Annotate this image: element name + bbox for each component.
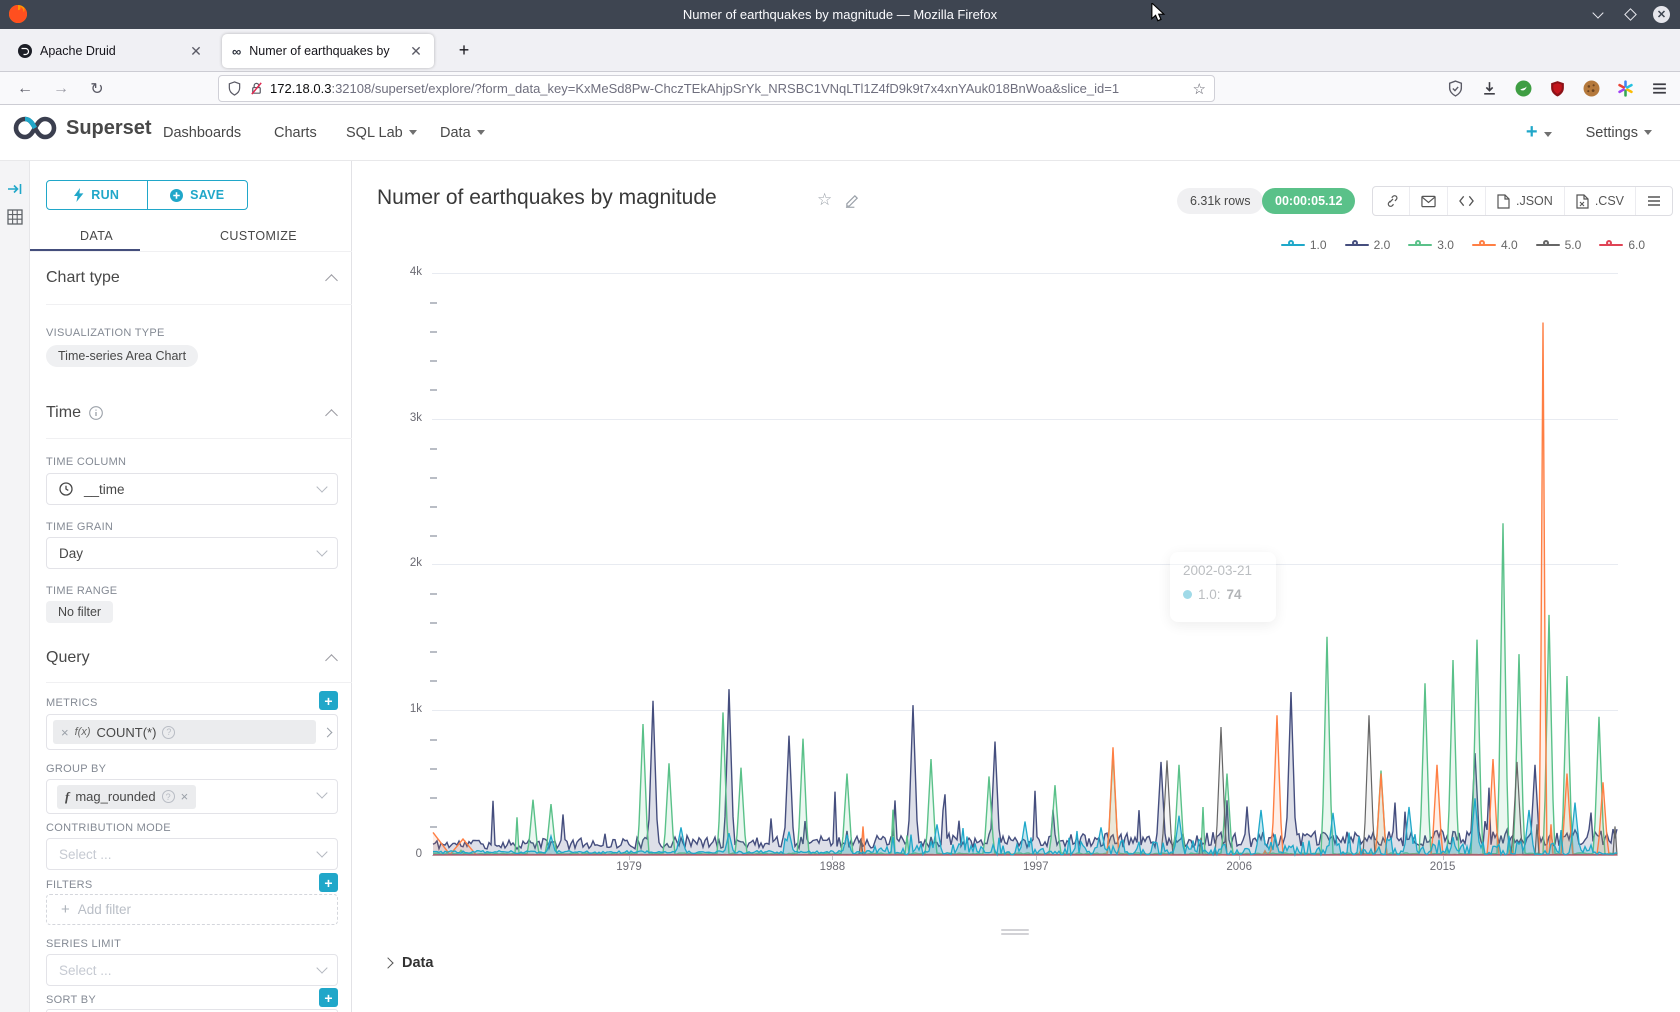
tooltip-series-label: 1.0:	[1198, 587, 1221, 602]
application-window: Numer of earthquakes by magnitude — Mozi…	[0, 0, 1680, 1012]
chart-tooltip: 2002-03-21 1.0: 74	[1170, 552, 1276, 622]
tooltip-date: 2002-03-21	[1183, 563, 1263, 578]
data-panel-toggle[interactable]: Data	[384, 955, 433, 971]
resize-handle[interactable]	[1001, 929, 1029, 931]
chevron-right-icon	[382, 957, 393, 968]
mouse-cursor	[1150, 3, 1168, 23]
resize-handle[interactable]	[1001, 933, 1029, 935]
chart-plot-area[interactable]	[432, 250, 1618, 855]
tooltip-series-dot	[1183, 590, 1192, 599]
tooltip-value: 74	[1227, 587, 1242, 602]
